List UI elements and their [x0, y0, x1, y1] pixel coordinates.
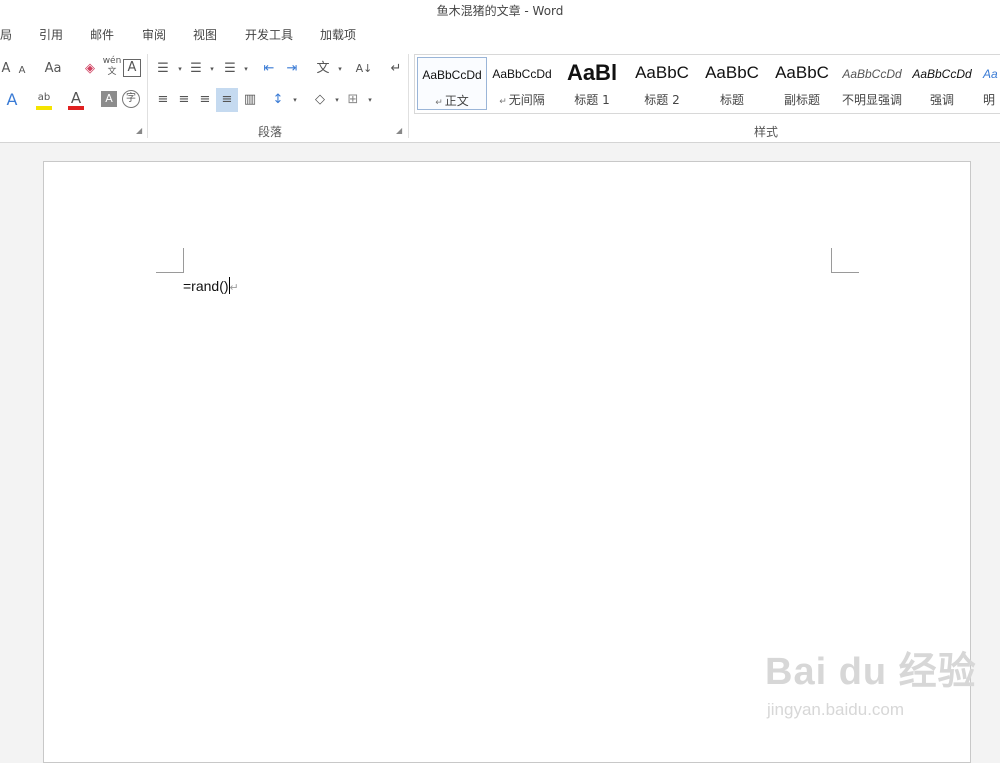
tab-view[interactable]: 视图	[193, 26, 217, 43]
crop-mark-top-left	[156, 248, 184, 273]
style-heading-2[interactable]: AaBbC 标题 2	[627, 57, 697, 110]
phonetic-guide-bottom: 文	[107, 67, 117, 77]
style-emphasis[interactable]: AaBbCcDd 强调	[907, 57, 977, 110]
style-preview: AaBbCcDd	[492, 67, 552, 81]
paragraph-mark-icon: ↵	[229, 282, 239, 294]
document-text: =rand()	[183, 278, 229, 294]
sort-icon[interactable]: A↓	[354, 59, 374, 79]
ribbon-tab-bar: 局 引用 邮件 审阅 视图 开发工具 加载项	[0, 22, 1000, 48]
style-name-text: 正文	[444, 94, 469, 108]
style-preview: AaBbC	[705, 63, 759, 82]
tab-references[interactable]: 引用	[39, 26, 63, 43]
decrease-indent-icon[interactable]: ⇤	[259, 59, 279, 79]
style-subtitle[interactable]: AaBbC 副标题	[767, 57, 837, 110]
style-name: 不明显强调	[841, 93, 902, 107]
style-name: 副标题	[783, 93, 820, 107]
crop-mark-top-right	[831, 248, 859, 273]
style-intense-emphasis[interactable]: Aa 明	[977, 57, 1000, 110]
enclose-characters-icon[interactable]: 字	[122, 90, 140, 108]
style-preview: AaBbCcDd	[842, 67, 902, 81]
show-hide-marks-icon[interactable]: ↵	[386, 59, 406, 79]
text-effects-icon[interactable]: A	[2, 90, 22, 110]
title-bar: 鱼木混猪的文章 - Word	[0, 0, 1000, 22]
phonetic-guide-top: wén	[102, 56, 122, 66]
tab-developer[interactable]: 开发工具	[245, 26, 293, 43]
style-no-spacing[interactable]: AaBbCcDd ↵ 无间隔	[487, 57, 557, 110]
watermark-url: jingyan.baidu.com	[767, 700, 905, 719]
style-preview: AaBbC	[775, 63, 829, 82]
character-shading-icon[interactable]: A	[101, 91, 117, 107]
watermark-logo: Bai du 经验	[765, 651, 977, 693]
shrink-font-icon[interactable]: A	[12, 61, 32, 81]
font-color-icon[interactable]: A	[66, 88, 86, 108]
tab-review[interactable]: 审阅	[142, 26, 166, 43]
style-preview: AaBbCcDd	[422, 68, 482, 82]
font-dialog-launcher-icon[interactable]: ◢	[136, 126, 142, 135]
highlight-color-glyph: ab	[37, 92, 51, 103]
borders-dropdown-icon[interactable]: ▾	[360, 90, 380, 110]
style-subtle-emphasis[interactable]: AaBbCcDd 不明显强调	[837, 57, 907, 110]
tab-add-ins[interactable]: 加载项	[320, 26, 356, 43]
align-left-icon[interactable]: ≡	[153, 90, 173, 110]
align-center-icon[interactable]: ≡	[174, 90, 194, 110]
paragraph-group-label: 段落	[258, 125, 283, 139]
baidu-jingyan-watermark: Bai du 经验 jingyan.baidu.com	[765, 640, 976, 730]
style-name: 标题 2	[644, 93, 680, 107]
style-name: ↵ 无间隔	[487, 91, 557, 108]
ribbon-divider	[147, 54, 148, 138]
style-normal[interactable]: AaBbCcDd ↵ 正文	[417, 57, 487, 110]
style-preview: Aa	[983, 67, 998, 81]
multilevel-dropdown-icon[interactable]: ▾	[236, 59, 256, 79]
ribbon: A A Aa ◈ wén 文 A A ab A A 字 ◢ ☰ ▾ ☰ ▾ ☰ …	[0, 48, 1000, 143]
styles-gallery: AaBbCcDd ↵ 正文 AaBbCcDd ↵ 无间隔 AaBl 标题 1 AaB…	[414, 54, 1000, 114]
style-name-text: 无间隔	[508, 93, 545, 107]
window-title: 鱼木混猪的文章 - Word	[436, 4, 564, 18]
font-color-bar	[68, 106, 84, 110]
style-name: ↵ 正文	[418, 92, 486, 109]
character-border-icon[interactable]: A	[123, 59, 141, 77]
paragraph-mark-icon: ↵	[499, 97, 507, 107]
paragraph-mark-icon: ↵	[435, 98, 443, 108]
tab-mailings[interactable]: 邮件	[90, 26, 114, 43]
style-preview: AaBbCcDd	[912, 67, 972, 81]
style-name: 明	[983, 93, 996, 107]
line-spacing-dropdown-icon[interactable]: ▾	[285, 90, 305, 110]
justify-icon[interactable]: ≡	[216, 88, 238, 112]
highlight-color-icon[interactable]: ab	[34, 88, 54, 108]
highlight-color-bar	[36, 106, 52, 110]
style-preview: AaBl	[566, 60, 618, 85]
style-name: 标题 1	[574, 93, 610, 107]
document-text-line[interactable]: =rand()↵	[183, 277, 239, 294]
distributed-icon[interactable]: ▥	[240, 90, 260, 110]
clear-formatting-icon[interactable]: ◈	[80, 59, 100, 79]
tab-layout-partial[interactable]: 局	[0, 26, 12, 43]
style-title[interactable]: AaBbC 标题	[697, 57, 767, 110]
style-name: 标题	[719, 93, 744, 107]
styles-group-label: 样式	[754, 125, 779, 139]
increase-indent-icon[interactable]: ⇥	[282, 59, 302, 79]
numbering-dropdown-icon[interactable]: ▾	[202, 59, 222, 79]
paragraph-dialog-launcher-icon[interactable]: ◢	[396, 126, 402, 135]
style-name: 强调	[929, 93, 954, 107]
style-preview: AaBbC	[635, 63, 689, 82]
align-right-icon[interactable]: ≡	[195, 90, 215, 110]
ribbon-divider	[408, 54, 409, 138]
chinese-layout-dropdown-icon[interactable]: ▾	[330, 59, 350, 79]
change-case-icon[interactable]: Aa	[40, 59, 66, 79]
style-heading-1[interactable]: AaBl 标题 1	[557, 57, 627, 110]
phonetic-guide-icon[interactable]: wén 文	[102, 56, 122, 77]
